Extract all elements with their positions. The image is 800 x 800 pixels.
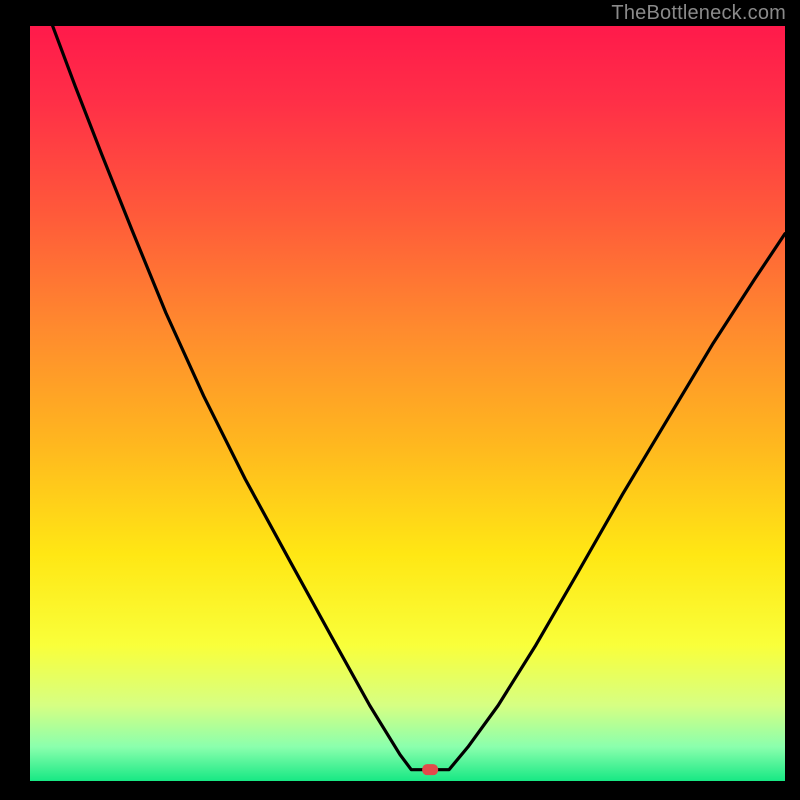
plot-background	[30, 26, 785, 781]
bottleneck-plot	[30, 26, 785, 781]
optimum-marker	[422, 764, 438, 775]
watermark-text: TheBottleneck.com	[611, 2, 786, 25]
chart-frame: TheBottleneck.com	[0, 0, 800, 800]
